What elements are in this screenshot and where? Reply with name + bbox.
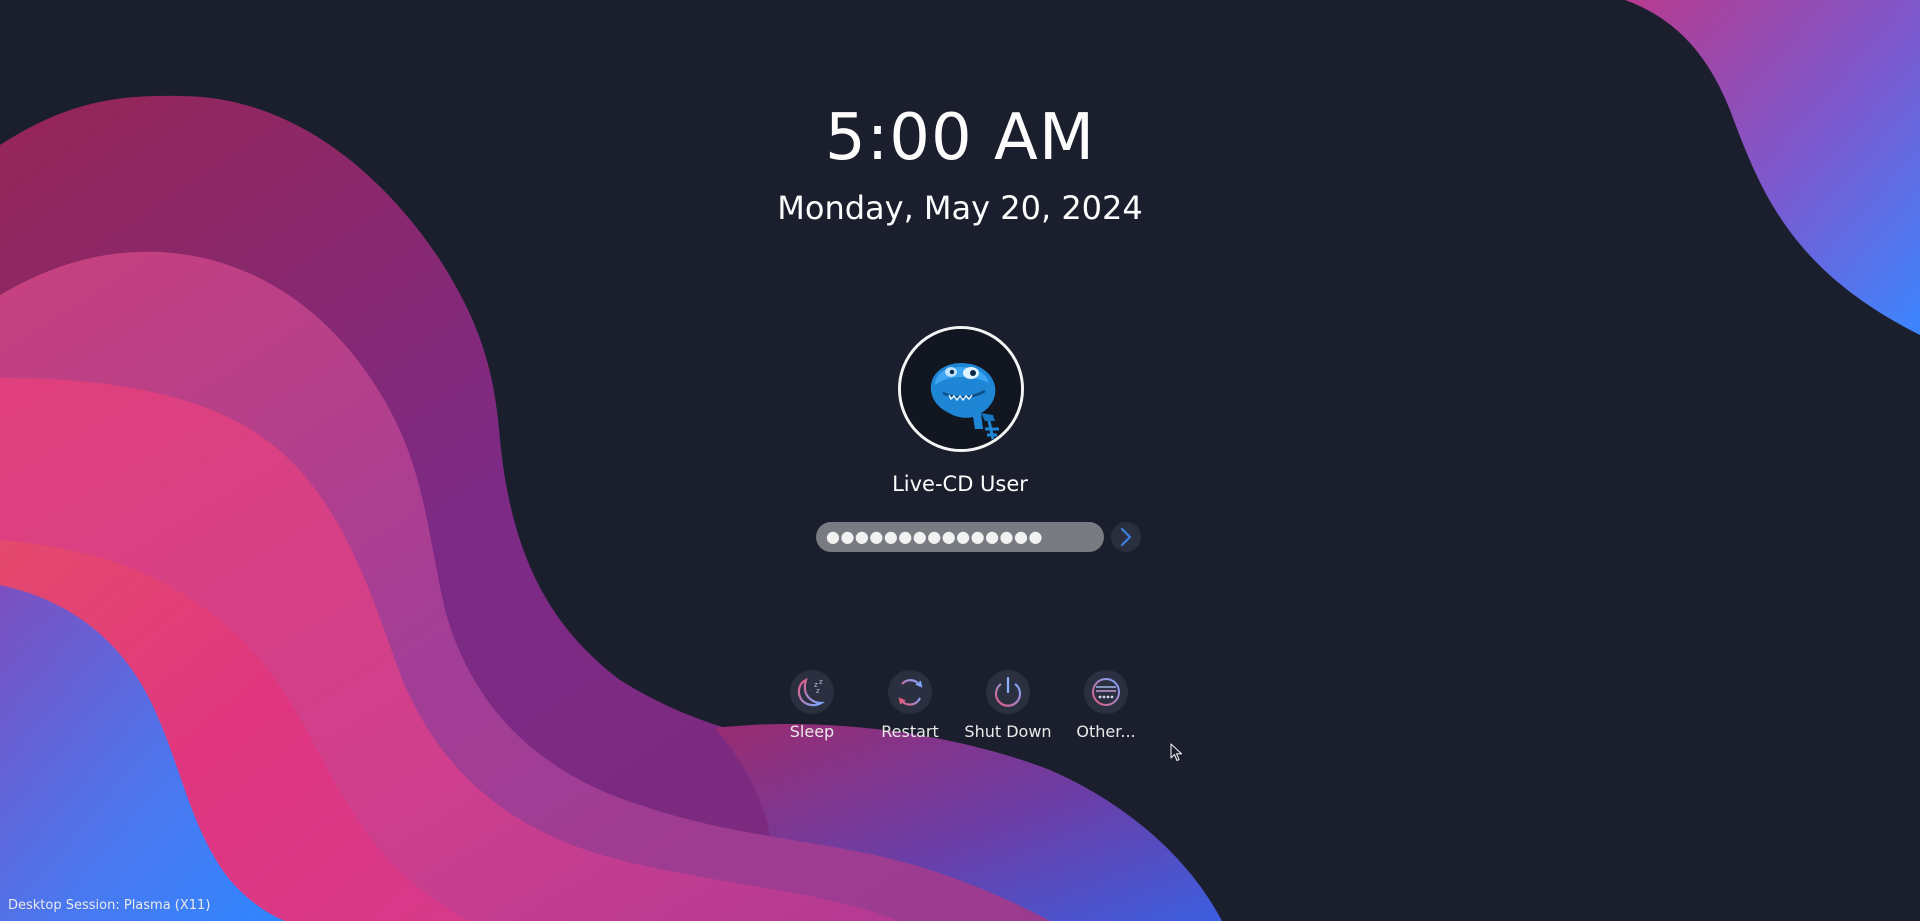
svg-text:z: z: [819, 678, 823, 686]
restart-button[interactable]: Restart: [860, 670, 960, 742]
clock-date: Monday, May 20, 2024: [777, 189, 1143, 227]
shutdown-label: Shut Down: [964, 722, 1052, 741]
mouse-cursor-icon: [1170, 743, 1183, 762]
desktop-session-selector[interactable]: Desktop Session: Plasma (X11): [8, 897, 210, 915]
user-avatar[interactable]: [898, 326, 1024, 452]
sleep-icon: z z z: [797, 678, 826, 707]
chevron-right-icon: [1120, 527, 1132, 547]
password-input[interactable]: ●●●●●●●●●●●●●●●: [816, 522, 1104, 552]
sleep-label: Sleep: [789, 722, 835, 741]
other-button[interactable]: Other...: [1056, 670, 1156, 742]
user-name: Live-CD User: [892, 472, 1028, 496]
sleep-button[interactable]: z z z Sleep: [762, 670, 862, 742]
other-label: Other...: [1076, 722, 1136, 741]
other-icon: [1092, 678, 1120, 706]
clock-time: 5:00 AM: [824, 101, 1096, 175]
restart-icon: [898, 679, 923, 706]
lock-screen: 5:00 AM Monday, May 20, 2024 Live-CD Use…: [0, 0, 1920, 921]
dinosaur-avatar-icon: [901, 329, 1021, 449]
restart-label: Restart: [881, 722, 939, 741]
svg-text:z: z: [816, 687, 820, 695]
shutdown-button[interactable]: Shut Down: [958, 670, 1058, 742]
login-submit-button[interactable]: [1111, 522, 1141, 552]
power-icon: [994, 676, 1022, 707]
